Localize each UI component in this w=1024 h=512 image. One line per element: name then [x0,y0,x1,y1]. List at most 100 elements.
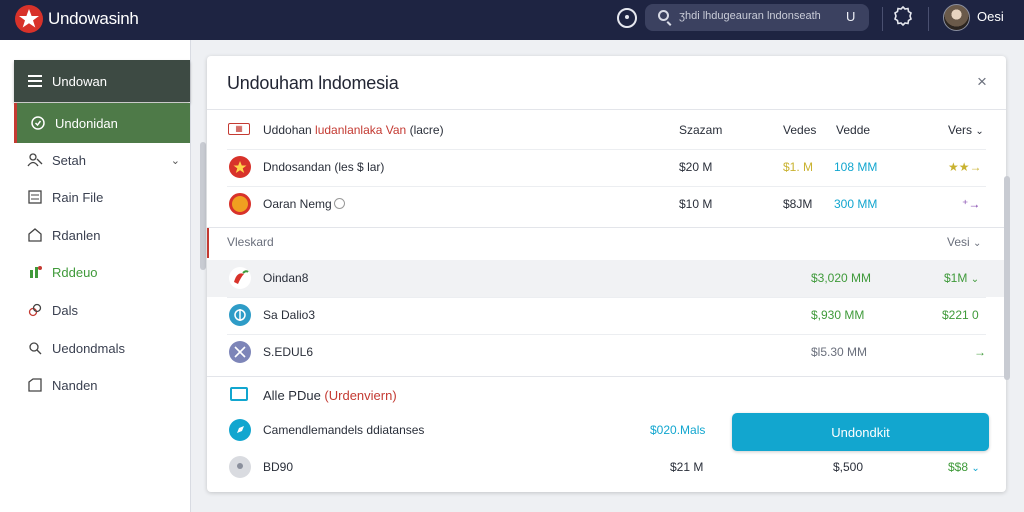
row-value-1: $,930 MM [811,308,865,322]
primary-action-button[interactable]: Undondkit [732,413,989,451]
link-icon [27,302,43,318]
sidebar-item-label: Nanden [52,377,98,393]
divider [207,109,1006,110]
location-icon [229,456,251,478]
pepper-icon [229,267,251,289]
divider [928,7,929,31]
list-icon [27,189,43,205]
sidebar-item-label: Undowan [52,73,107,89]
row-arrow[interactable]: ⁺→ [962,197,980,211]
header-name-prefix: Uddohan [263,123,316,137]
sidebar-item-label: Setah [52,152,86,168]
row-name: Oindan8 [263,271,309,285]
sidebar-item-nanden[interactable]: Nanden [14,365,190,405]
main-panel: Undouham lndomesia × ▦ Uddohan ludanlanl… [207,56,1006,492]
table-row[interactable]: Dndosandan (les $ lar) $20 M $1. M 108 M… [207,149,1006,186]
sidebar-item-rdanlen[interactable]: Rdanlen [14,215,190,255]
row-value-2: $8JM [783,197,813,211]
row-value-3[interactable]: $$8 ⌄ [948,460,980,474]
bubble-badge-icon [229,304,251,326]
row-value-3-text: $$8 [948,460,969,474]
sidebar-item-menu[interactable]: Undowan [14,60,190,102]
table-row[interactable]: S.EDUL6 $l5.30 MM → [207,334,1006,371]
header-col1: Szazam [679,123,723,137]
table-row[interactable]: Oaran Nemg $10 M $8JM 300 MM ⁺→ [207,186,1006,223]
rating-arrow[interactable]: ★★→ [948,160,982,174]
sidebar-item-rddeuo[interactable]: Rddeuo [14,252,190,292]
sidebar-item-label: Rdanlen [52,227,101,243]
row-value-1: $020.Mals [650,423,706,437]
table-row[interactable]: BD90 $21 M $,500 $$8 ⌄ [207,449,1006,486]
flag-icon: ▦ [228,123,250,135]
hamburger-icon [27,73,43,89]
row-name: BD90 [263,460,294,474]
row-value-1: $21 M [670,460,704,474]
panel-title: Undouham lndomesia [227,73,399,93]
row-value-3: 300 MM [834,197,878,211]
row-value-1: $3,020 MM [811,271,872,285]
close-icon[interactable]: × [977,72,987,92]
user-name[interactable]: Oesi [977,9,1004,24]
face-badge-icon [229,193,251,215]
sidebar-item-label: Rddeuo [52,264,98,280]
card-icon [230,387,248,401]
row-value-2[interactable]: $1M ⌄ [944,271,979,285]
info-icon[interactable] [617,8,637,28]
header-col4[interactable]: Vers ⌄ [948,123,984,137]
header-name-highlight: ludanlanlaka Van [315,123,407,137]
edit-icon [27,340,43,356]
avatar[interactable] [943,4,970,31]
sidebar-item-file[interactable]: Rain File [14,177,190,217]
header-col2: Vedes [783,123,817,137]
panel-scrollbar[interactable] [1004,176,1010,380]
chevron-down-icon: ⌄ [970,274,980,285]
header-col3: Vedde [836,123,871,137]
search-icon [658,10,669,21]
compass-badge-icon [229,341,251,363]
folder-icon [27,377,43,393]
table-row[interactable]: Oindan8 $3,020 MM $1M ⌄ [207,260,1006,297]
people-icon [27,152,43,168]
header-col4-label: Vers [948,123,973,137]
row-name: Dndosandan (les $ lar) [263,160,385,174]
chevron-down-icon: ⌄ [975,126,984,137]
sidebar-item-selected[interactable]: Undonidan [14,103,190,143]
sidebar-item-label: Dals [52,302,79,318]
sidebar-item-uedondmals[interactable]: Uedondmals [14,328,190,368]
sidebar-scrollbar[interactable] [200,142,206,270]
row-value-2: $221 0 [942,308,979,322]
search-trailing: U [846,9,856,24]
section-sort[interactable]: Vesi ⌄ [947,235,981,249]
section-title: Alle PDue (Urdenviern) [263,388,397,403]
top-bar: Undowasinh ʒhdi lhdugeauran lndonseath U… [0,0,1024,40]
circle-check-icon [30,115,46,131]
header-name-suffix: (lacre) [406,123,444,137]
section-title-highlight: (Urdenviern) [324,388,397,403]
section-sort-label: Vesi [947,235,970,249]
section-header: Alle PDue (Urdenviern) [207,377,1006,414]
row-value-3: 108 MM [834,160,878,174]
sidebar-item-dals[interactable]: Dals [14,290,190,330]
settings-gear-icon[interactable] [890,3,916,29]
section-title-prefix: Alle PDue [263,388,325,403]
sidebar-item-label: Uedondmals [52,340,125,356]
row-name: Oaran Nemg [263,197,332,211]
info-circle-icon [334,198,345,209]
row-value-1: $10 M [679,197,713,211]
star-badge-icon [229,156,251,178]
compass-icon [229,419,251,441]
header-name: Uddohan ludanlanlaka Van (lacre) [263,123,444,137]
sidebar-item-search[interactable]: Setah ⌄ [14,140,190,180]
row-value-2: $,500 [833,460,864,474]
app-title: Undowasinh [48,9,139,28]
row-arrow[interactable]: → [974,345,986,359]
row-name: S.EDUL6 [263,345,314,359]
search-text: ʒhdi lhdugeauran lndonseath [679,10,821,22]
search-input[interactable]: ʒhdi lhdugeauran lndonseath U [645,4,869,31]
table-row[interactable]: Sa Dalio3 $,930 MM $221 0 [207,297,1006,334]
row-value-1: $20 M [679,160,713,174]
sidebar-item-label: Undonidan [55,115,118,131]
row-name: Sa Dalio3 [263,308,316,322]
app-logo-icon[interactable] [14,4,44,34]
chevron-down-icon: ⌄ [971,463,980,474]
